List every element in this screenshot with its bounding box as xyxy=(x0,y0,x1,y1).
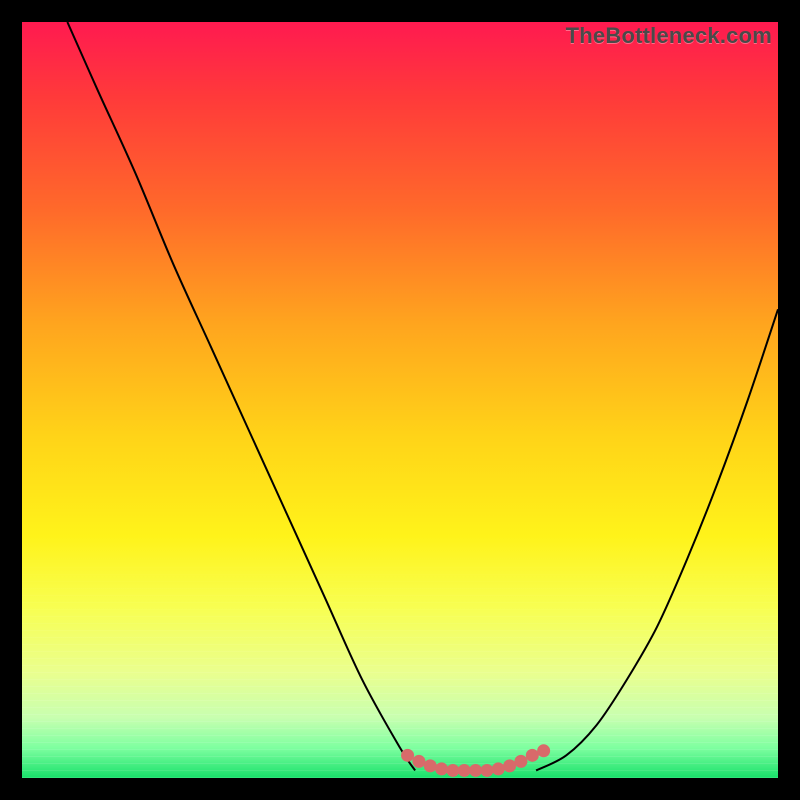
scatter-dot xyxy=(526,749,539,762)
chart-svg xyxy=(22,22,778,778)
scatter-dot xyxy=(435,762,448,775)
scatter-dot xyxy=(537,744,550,757)
scatter-dot xyxy=(412,755,425,768)
line-right xyxy=(536,309,778,770)
scatter-dot xyxy=(492,762,505,775)
scatter-dot xyxy=(503,759,516,772)
scatter-dot xyxy=(469,764,482,777)
scatter-bottom xyxy=(401,744,550,777)
scatter-dot xyxy=(401,749,414,762)
chart-container: TheBottleneck.com xyxy=(0,0,800,800)
scatter-dot xyxy=(424,759,437,772)
scatter-dot xyxy=(480,764,493,777)
scatter-dot xyxy=(458,764,471,777)
scatter-dot xyxy=(514,755,527,768)
watermark-text: TheBottleneck.com xyxy=(566,23,772,49)
scatter-dot xyxy=(446,764,459,777)
plot-area: TheBottleneck.com xyxy=(22,22,778,778)
line-left xyxy=(67,22,415,770)
